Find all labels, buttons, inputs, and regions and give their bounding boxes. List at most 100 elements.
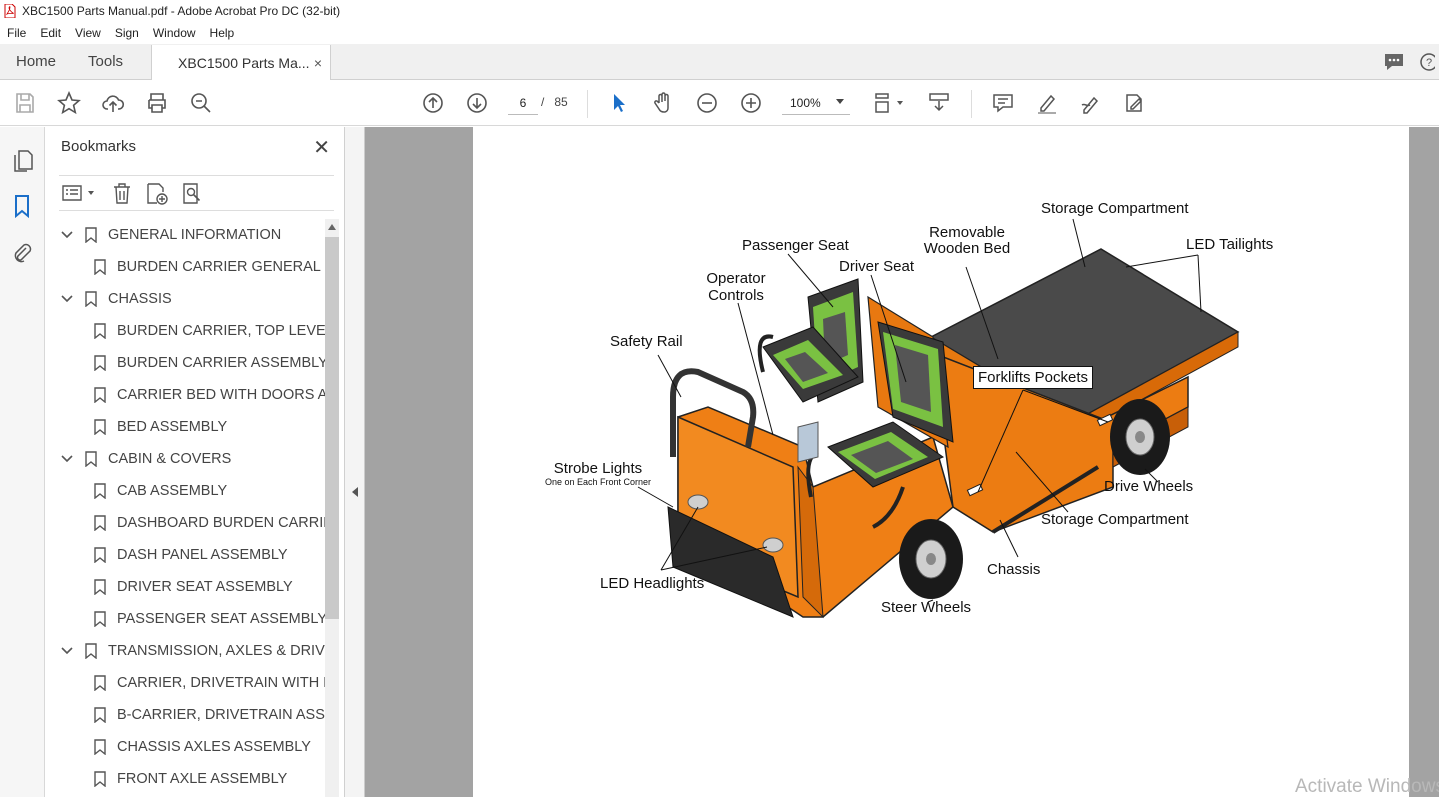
delete-bookmark-icon[interactable] [111,182,133,206]
comment-chat-icon[interactable] [1383,52,1405,72]
bookmark-item[interactable]: CARRIER BED WITH DOORS AS [93,379,325,411]
draw-pen-icon[interactable] [1079,91,1103,115]
label-controls: Controls [708,287,764,304]
bookmark-icon [85,291,97,307]
menu-sign[interactable]: Sign [108,26,146,40]
menu-file[interactable]: File [0,26,33,40]
page-number-input[interactable]: 6 [508,91,538,115]
scroll-up-arrow-icon[interactable] [328,224,336,230]
new-bookmark-icon[interactable] [145,182,169,206]
bookmark-section[interactable]: CABIN & COVERS [60,443,231,475]
bookmark-label: BURDEN CARRIER ASSEMBLY [117,355,325,371]
zoom-out-icon[interactable] [695,91,719,115]
previous-page-icon[interactable] [421,91,445,115]
menu-edit[interactable]: Edit [33,26,68,40]
bookmark-label: BED ASSEMBLY [117,419,228,435]
activate-windows-watermark: Activate Windows [1295,776,1439,797]
toolbar-divider [971,90,972,118]
bookmark-icon [94,387,106,403]
bookmark-icon [94,515,106,531]
highlight-pen-icon[interactable] [1035,91,1059,115]
hand-tool-icon[interactable] [651,91,675,115]
zoom-value: 100% [790,95,821,110]
bookmarks-panel-icon[interactable] [13,194,31,218]
menu-bar: File Edit View Sign Window Help [0,22,1439,44]
next-page-icon[interactable] [465,91,489,115]
bookmark-section[interactable]: GENERAL INFORMATION [60,219,281,251]
bookmark-section[interactable]: CHASSIS [60,283,172,315]
bookmark-label: CAB ASSEMBLY [117,483,228,499]
bookmark-icon [85,643,97,659]
fill-sign-icon[interactable] [1123,91,1147,115]
bookmark-section[interactable]: TRANSMISSION, AXLES & DRIVES [60,635,325,667]
bookmark-label: CARRIER, DRIVETRAIN WITH FR [117,675,325,691]
bookmark-toolbar [59,175,334,211]
bookmark-item[interactable]: CAB ASSEMBLY [93,475,227,507]
bookmark-label: FRONT AXLE ASSEMBLY [117,771,288,787]
main-toolbar [0,80,1439,126]
tab-home[interactable]: Home [0,44,72,79]
bookmark-item[interactable]: DASHBOARD BURDEN CARRIE [93,507,325,539]
pdf-page: Storage Compartment LED Tailights Remova… [473,127,1409,797]
bookmark-label: CHASSIS [108,291,172,307]
save-icon[interactable] [13,91,37,115]
search-zoom-icon[interactable] [189,91,213,115]
panel-collapse-handle[interactable] [345,127,365,797]
chevron-down-icon[interactable] [60,228,74,242]
bookmark-label: GENERAL INFORMATION [108,227,282,243]
bookmark-item[interactable]: BED ASSEMBLY [93,411,227,443]
label-passenger-seat: Passenger Seat [742,237,849,254]
label-strobe-subtitle: One on Each Front Corner [544,477,652,487]
bookmarks-scroll-thumb[interactable] [325,237,339,619]
label-drive-wheels: Drive Wheels [1104,478,1194,495]
menu-view[interactable]: View [68,26,108,40]
label-strobe-lights: Strobe Lights [553,460,643,477]
find-bookmark-icon[interactable] [181,182,205,206]
bookmark-item[interactable]: BURDEN CARRIER, TOP LEVEL A [93,315,325,347]
bookmark-item[interactable]: BURDEN CARRIER GENERAL IN [93,251,325,283]
bookmark-options-icon[interactable] [61,182,99,204]
chevron-down-icon[interactable] [60,644,74,658]
bookmark-label: CHASSIS AXLES ASSEMBLY [117,739,311,755]
bookmark-icon [94,323,106,339]
upload-cloud-icon[interactable] [101,91,125,115]
close-panel-button[interactable]: ✕ [313,135,330,160]
print-icon[interactable] [145,91,169,115]
bookmark-item[interactable]: PASSENGER SEAT ASSEMBLY [93,603,325,635]
bookmark-icon [94,739,106,755]
window-title: XBC1500 Parts Manual.pdf - Adobe Acrobat… [22,4,341,18]
scroll-mode-icon[interactable] [927,91,951,115]
bookmark-item[interactable]: B-CARRIER, DRIVETRAIN ASSEM [93,699,325,731]
page-layout-icon[interactable] [873,91,907,115]
page-thumbnails-icon[interactable] [12,149,34,173]
comment-icon[interactable] [991,91,1015,115]
bookmark-star-icon[interactable] [57,91,81,115]
chevron-down-icon[interactable] [60,452,74,466]
bookmark-item[interactable]: BURDEN CARRIER ASSEMBLY [93,347,325,379]
bookmark-icon [94,547,106,563]
label-operator: Operator [706,270,766,287]
document-scrollbar[interactable] [1409,127,1439,797]
zoom-select[interactable]: 100% [782,91,850,115]
bookmark-item[interactable]: CARRIER, DRIVETRAIN WITH FR [93,667,325,699]
bookmark-label: B-CARRIER, DRIVETRAIN ASSEM [117,707,325,723]
help-icon[interactable]: ? [1419,51,1435,73]
label-storage-compartment-top: Storage Compartment [1041,200,1189,217]
label-wooden-bed: Wooden Bed [923,240,1011,257]
tab-tools[interactable]: Tools [72,44,139,79]
select-cursor-icon[interactable] [607,91,631,115]
bookmark-item[interactable]: DRIVER SEAT ASSEMBLY [93,571,293,603]
tab-close-button[interactable]: × [314,55,322,71]
label-driver-seat: Driver Seat [839,258,915,275]
menu-window[interactable]: Window [146,26,203,40]
menu-help[interactable]: Help [203,26,242,40]
tab-document[interactable]: XBC1500 Parts Ma... × [151,45,332,80]
bookmark-item[interactable]: DASH PANEL ASSEMBLY [93,539,288,571]
bookmark-tree: GENERAL INFORMATION BURDEN CARRIER GENERA… [45,219,325,797]
label-led-tailights: LED Tailights [1186,236,1274,253]
bookmark-item[interactable]: CHASSIS AXLES ASSEMBLY [93,731,311,763]
attachment-icon[interactable] [11,241,33,265]
chevron-down-icon[interactable] [60,292,74,306]
bookmark-item[interactable]: FRONT AXLE ASSEMBLY [93,763,287,795]
zoom-in-icon[interactable] [739,91,763,115]
